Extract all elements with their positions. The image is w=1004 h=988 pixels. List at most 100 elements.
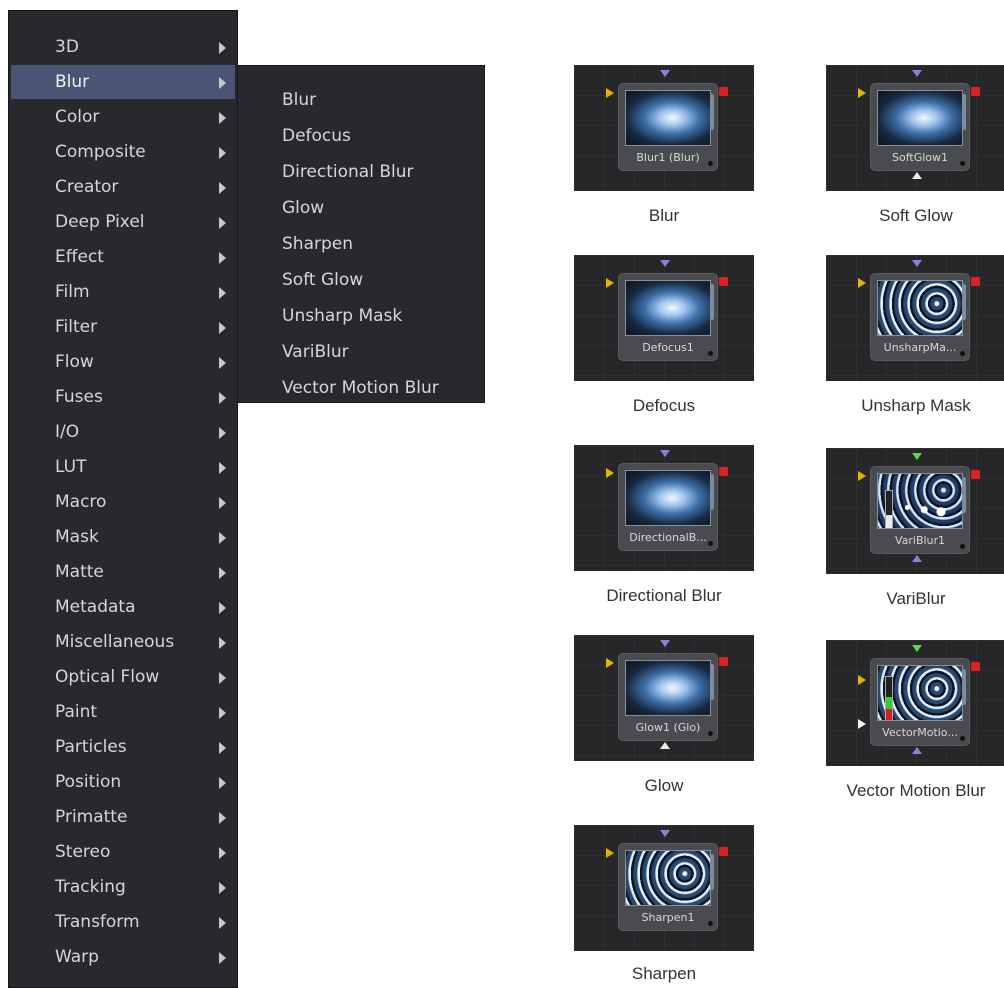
background-input-icon[interactable] [858, 278, 866, 288]
mask-input-icon[interactable] [912, 555, 922, 562]
node-card-glow: Glow1 (Glo) [574, 635, 754, 761]
node-scroll-icon [710, 854, 714, 890]
submenu-arrow-icon [219, 112, 226, 124]
submenu-item-soft-glow[interactable]: Soft Glow [238, 262, 484, 298]
submenu-item-glow[interactable]: Glow [238, 190, 484, 226]
output-icon[interactable] [719, 87, 728, 96]
menu-item-primatte[interactable]: Primatte [11, 800, 235, 834]
defocus-node[interactable]: Defocus1 [618, 273, 718, 361]
node-card-sharpen: Sharpen1 [574, 825, 754, 951]
menu-item-metadata[interactable]: Metadata [11, 590, 235, 624]
menu-item-tracking[interactable]: Tracking [11, 870, 235, 904]
menu-item-mask[interactable]: Mask [11, 520, 235, 554]
submenu-item-vector-motion-blur[interactable]: Vector Motion Blur [238, 370, 484, 406]
node-card-defocus: Defocus1 [574, 255, 754, 381]
submenu-item-variblur[interactable]: VariBlur [238, 334, 484, 370]
menu-item-paint[interactable]: Paint [11, 695, 235, 729]
background-input-icon[interactable] [606, 848, 614, 858]
mask-input-icon[interactable] [660, 260, 670, 267]
menu-item-matte[interactable]: Matte [11, 555, 235, 589]
background-input-icon[interactable] [606, 468, 614, 478]
menu-item-label: Deep Pixel [55, 212, 145, 232]
submenu-item-directional-blur[interactable]: Directional Blur [238, 154, 484, 190]
menu-item-lut[interactable]: LUT [11, 450, 235, 484]
menu-item-deep-pixel[interactable]: Deep Pixel [11, 205, 235, 239]
menu-item-blur[interactable]: Blur [11, 65, 235, 99]
mask-input-icon[interactable] [660, 830, 670, 837]
background-input-icon[interactable] [858, 675, 866, 685]
mask-input-icon[interactable] [660, 640, 670, 647]
output-icon[interactable] [719, 277, 728, 286]
sharpen-node[interactable]: Sharpen1 [618, 843, 718, 931]
background-input-icon[interactable] [606, 658, 614, 668]
variblur-node[interactable]: VariBlur1 [870, 466, 970, 554]
menu-item-transform[interactable]: Transform [11, 905, 235, 939]
submenu-item-defocus[interactable]: Defocus [238, 118, 484, 154]
menu-item-label: Fuses [55, 387, 103, 407]
softglow-node[interactable]: SoftGlow1 [870, 83, 970, 171]
output-icon[interactable] [971, 277, 980, 286]
submenu-arrow-icon [219, 217, 226, 229]
submenu-arrow-icon [219, 742, 226, 754]
node-caption: Soft Glow [879, 206, 953, 225]
menu-item-label: Color [55, 107, 100, 127]
node-thumbnail [625, 660, 711, 716]
submenu-item-unsharp-mask[interactable]: Unsharp Mask [238, 298, 484, 334]
menu-item-particles[interactable]: Particles [11, 730, 235, 764]
menu-item-warp[interactable]: Warp [11, 940, 235, 974]
output-icon[interactable] [971, 662, 980, 671]
menu-item-label: Paint [55, 702, 98, 722]
background-input-icon[interactable] [606, 88, 614, 98]
mask-input-icon[interactable] [912, 747, 922, 754]
output-icon[interactable] [719, 657, 728, 666]
background-input-icon[interactable] [606, 278, 614, 288]
output-icon[interactable] [719, 847, 728, 856]
context-menu: 3D Blur Color Composite Creator Deep Pix… [8, 10, 238, 988]
menu-item-macro[interactable]: Macro [11, 485, 235, 519]
mask-input-icon[interactable] [912, 70, 922, 77]
menu-item-optical-flow[interactable]: Optical Flow [11, 660, 235, 694]
mask-input-icon[interactable] [660, 70, 670, 77]
submenu-arrow-icon [219, 322, 226, 334]
blur-image-input-icon[interactable] [912, 453, 922, 460]
menu-item-creator[interactable]: Creator [11, 170, 235, 204]
menu-item-label: Miscellaneous [55, 632, 175, 652]
glow-input-icon[interactable] [660, 742, 670, 749]
menu-item-label: Warp [55, 947, 99, 967]
menu-item-fuses[interactable]: Fuses [11, 380, 235, 414]
output-icon[interactable] [971, 470, 980, 479]
unsharpmask-node[interactable]: UnsharpMa... [870, 273, 970, 361]
menu-item-io[interactable]: I/O [11, 415, 235, 449]
menu-item-color[interactable]: Color [11, 100, 235, 134]
glow-input-icon[interactable] [912, 172, 922, 179]
menu-item-filter[interactable]: Filter [11, 310, 235, 344]
menu-item-flow[interactable]: Flow [11, 345, 235, 379]
menu-item-miscellaneous[interactable]: Miscellaneous [11, 625, 235, 659]
submenu-item-blur[interactable]: Blur [238, 82, 484, 118]
menu-item-position[interactable]: Position [11, 765, 235, 799]
background-input-icon[interactable] [858, 88, 866, 98]
menu-item-label: I/O [55, 422, 80, 442]
vectormotionblur-node[interactable]: VectorMotio... [870, 658, 970, 746]
blur-node[interactable]: Blur1 (Blur) [618, 83, 718, 171]
menu-item-stereo[interactable]: Stereo [11, 835, 235, 869]
vector-input-icon[interactable] [858, 719, 866, 729]
output-icon[interactable] [971, 87, 980, 96]
node-card-soft-glow: SoftGlow1 [826, 65, 1004, 191]
submenu-item-sharpen[interactable]: Sharpen [238, 226, 484, 262]
menu-item-effect[interactable]: Effect [11, 240, 235, 274]
menu-item-3d[interactable]: 3D [11, 30, 235, 64]
menu-item-composite[interactable]: Composite [11, 135, 235, 169]
mask-input-icon[interactable] [912, 260, 922, 267]
menu-item-label: Filter [55, 317, 98, 337]
directionalblur-node[interactable]: DirectionalB... [618, 463, 718, 551]
mask-input-icon[interactable] [660, 450, 670, 457]
blur-image-input-icon[interactable] [912, 645, 922, 652]
glow-node[interactable]: Glow1 (Glo) [618, 653, 718, 741]
submenu-arrow-icon [219, 882, 226, 894]
menu-item-label: Film [55, 282, 90, 302]
menu-item-film[interactable]: Film [11, 275, 235, 309]
background-input-icon[interactable] [858, 471, 866, 481]
output-icon[interactable] [719, 467, 728, 476]
node-label: SoftGlow1 [891, 151, 948, 164]
